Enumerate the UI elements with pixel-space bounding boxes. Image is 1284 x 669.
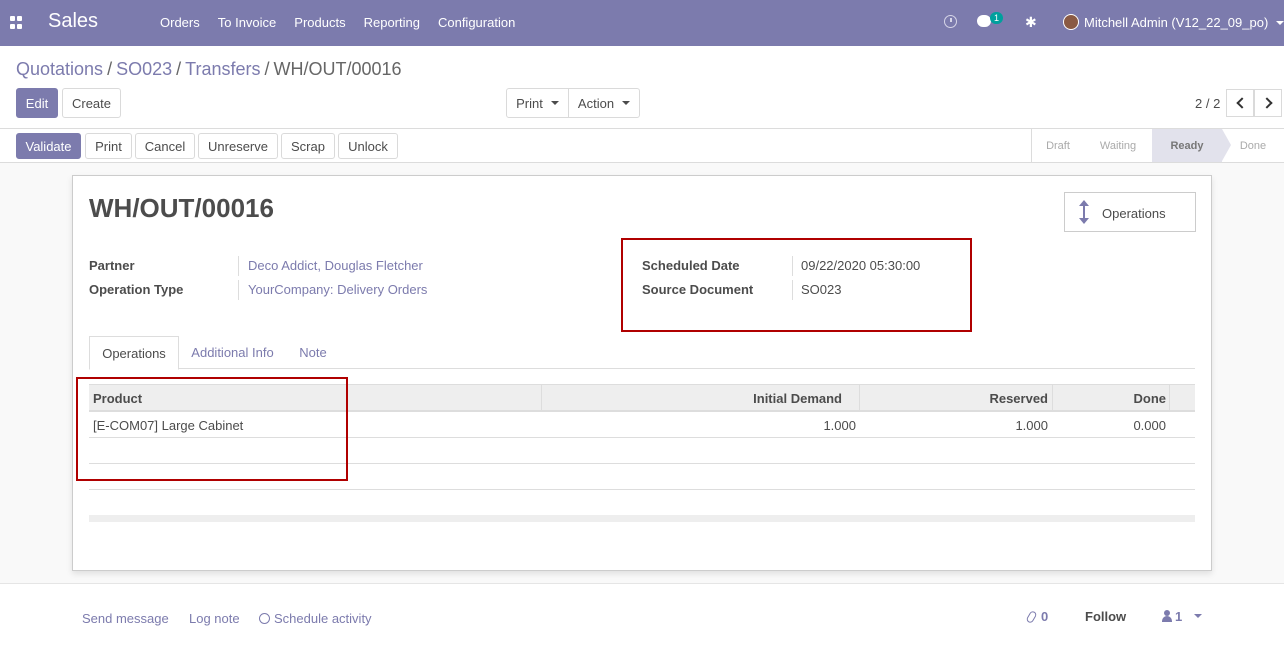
cell-done: 0.000	[1133, 418, 1166, 433]
tab-note[interactable]: Note	[293, 336, 333, 369]
pager-value[interactable]: 2 / 2	[1195, 96, 1220, 111]
column-divider	[541, 385, 542, 411]
scrap-button[interactable]: Scrap	[281, 133, 335, 159]
breadcrumb: Quotations / SO023/Transfers / WH/OUT/00016	[16, 59, 402, 79]
chevron-left-icon	[1235, 97, 1248, 109]
operations-smart-button[interactable]: Operations	[1064, 192, 1196, 232]
activity-clock-icon[interactable]	[944, 15, 957, 28]
pager-next-button[interactable]	[1254, 89, 1282, 117]
top-navbar: Sales Orders To Invoice Products Reporti…	[0, 0, 1284, 46]
chat-badge: 1	[990, 12, 1004, 24]
send-message-button[interactable]: Send message	[82, 611, 169, 626]
user-menu-name[interactable]: Mitchell Admin (V12_22_09_po)	[1084, 15, 1268, 30]
stage-pipeline: Draft Waiting Ready Done	[1031, 129, 1284, 162]
divider	[238, 256, 239, 276]
apps-menu-icon[interactable]	[10, 16, 23, 29]
log-note-button[interactable]: Log note	[189, 611, 240, 626]
clock-icon	[259, 613, 270, 624]
column-divider	[1052, 385, 1053, 411]
highlight-annotation-box	[621, 238, 972, 332]
operation-type-field[interactable]: YourCompany: Delivery Orders	[248, 282, 427, 297]
form-sheet: Operations WH/OUT/00016 Partner Deco Add…	[72, 175, 1212, 571]
create-button[interactable]: Create	[62, 88, 121, 118]
tab-operations[interactable]: Operations	[89, 336, 179, 370]
user-icon[interactable]	[1162, 610, 1172, 622]
print-dropdown-label: Print	[516, 95, 543, 111]
column-header-reserved[interactable]: Reserved	[989, 391, 1048, 406]
table-footer	[89, 515, 1195, 522]
validate-button[interactable]: Validate	[16, 133, 81, 159]
breadcrumb-quotations[interactable]: Quotations	[16, 59, 103, 79]
menu-products[interactable]: Products	[294, 15, 345, 30]
app-brand[interactable]: Sales	[48, 10, 98, 33]
debug-bug-icon[interactable]: ✱	[1025, 14, 1037, 31]
user-avatar[interactable]	[1063, 14, 1079, 30]
cancel-button[interactable]: Cancel	[135, 133, 195, 159]
user-menu-caret-icon[interactable]	[1276, 21, 1284, 25]
stage-ready: Ready	[1152, 129, 1231, 162]
menu-orders[interactable]: Orders	[160, 15, 200, 30]
stage-done: Done	[1239, 139, 1267, 152]
column-divider	[859, 385, 860, 411]
schedule-activity-label: Schedule activity	[274, 611, 372, 626]
cell-reserved: 1.000	[1015, 418, 1048, 433]
top-menu: Orders To Invoice Products Reporting Con…	[160, 15, 533, 30]
arrows-v-icon	[1079, 200, 1089, 224]
partner-label: Partner	[89, 258, 135, 273]
chevron-down-icon	[622, 101, 631, 105]
edit-button[interactable]: Edit	[16, 88, 58, 118]
chevron-down-icon	[550, 101, 559, 105]
record-title: WH/OUT/00016	[89, 193, 274, 223]
breadcrumb-current: WH/OUT/00016	[273, 59, 402, 79]
print-button[interactable]: Print	[85, 133, 132, 159]
schedule-activity-button[interactable]: Schedule activity	[259, 611, 372, 626]
action-dropdown-label: Action	[577, 95, 615, 111]
tab-additional-info[interactable]: Additional Info	[185, 336, 280, 369]
action-dropdown[interactable]: Action	[568, 88, 640, 118]
divider	[238, 280, 239, 300]
pager-previous-button[interactable]	[1226, 89, 1254, 117]
column-header-initial-demand[interactable]: Initial Demand	[753, 391, 842, 406]
statusbar: Validate Print Cancel Unreserve Scrap Un…	[0, 128, 1284, 163]
stage-waiting: Waiting	[1099, 139, 1137, 152]
highlight-annotation-box	[76, 377, 348, 481]
cell-initial-demand: 1.000	[823, 418, 856, 433]
unreserve-button[interactable]: Unreserve	[198, 133, 278, 159]
breadcrumb-so023[interactable]: SO023	[116, 59, 172, 79]
menu-to-invoice[interactable]: To Invoice	[218, 15, 277, 30]
partner-field[interactable]: Deco Addict, Douglas Fletcher	[248, 258, 423, 273]
column-header-done[interactable]: Done	[1134, 391, 1167, 406]
stage-draft: Draft	[1046, 139, 1070, 152]
chevron-down-icon[interactable]	[1194, 614, 1202, 618]
operation-type-label: Operation Type	[89, 282, 184, 297]
menu-reporting[interactable]: Reporting	[364, 15, 420, 30]
chat-icon[interactable]	[977, 15, 991, 27]
menu-configuration[interactable]: Configuration	[438, 15, 515, 30]
unlock-button[interactable]: Unlock	[338, 133, 398, 159]
operations-smart-button-label: Operations	[1102, 206, 1166, 221]
paperclip-icon[interactable]	[1025, 610, 1038, 624]
breadcrumb-transfers[interactable]: Transfers	[185, 59, 260, 79]
notebook-tabs: Operations Additional Info Note	[89, 336, 1195, 370]
column-divider	[1169, 385, 1170, 411]
print-dropdown[interactable]: Print	[506, 88, 569, 118]
attachment-count[interactable]: 0	[1041, 609, 1048, 624]
chatter: Send message Log note Schedule activity …	[0, 583, 1284, 669]
follower-count[interactable]: 1	[1175, 609, 1182, 624]
chevron-right-icon	[1260, 97, 1273, 109]
follow-button[interactable]: Follow	[1085, 609, 1126, 624]
